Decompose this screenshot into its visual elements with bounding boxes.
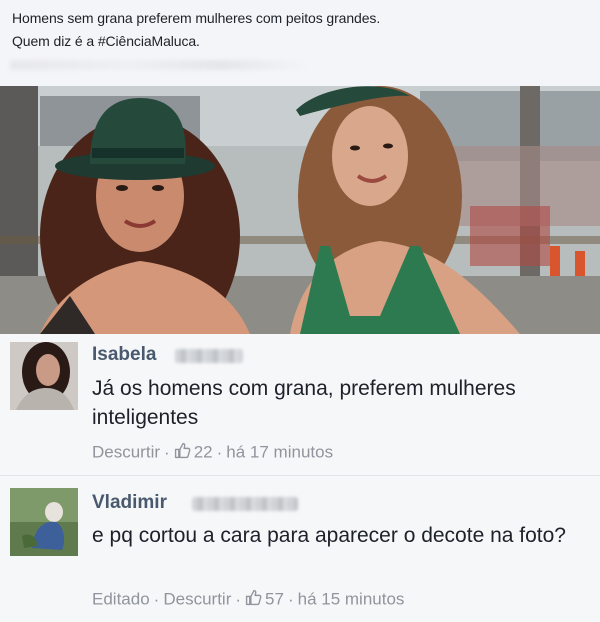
comment: Isabela Já os homens com grana, preferem…: [0, 334, 600, 475]
thumbs-up-icon[interactable]: [245, 589, 262, 606]
separator-dot: ·: [153, 589, 160, 609]
separator-dot: ·: [235, 589, 242, 609]
post-text-line-2[interactable]: Quem diz é a #CiênciaMaluca.: [12, 33, 200, 49]
blurred-strip: [10, 60, 310, 70]
edited-label[interactable]: Editado: [92, 590, 150, 609]
profile-photo-outdoor-icon: [10, 488, 78, 556]
comment-text: Já os homens com grana, preferem mulhere…: [92, 377, 516, 429]
blurred-surname: [192, 497, 298, 511]
post-text-line-1: Homens sem grana preferem mulheres com p…: [12, 10, 381, 26]
avatar[interactable]: [10, 488, 78, 556]
post-photo[interactable]: [0, 86, 600, 334]
comment-actions: Editado · Descurtir · 57 · há 15 minutos: [92, 589, 404, 610]
avatar[interactable]: [10, 342, 78, 410]
separator-dot: ·: [287, 589, 294, 609]
separator-dot: ·: [164, 442, 170, 462]
comment-author[interactable]: Vladimir: [92, 492, 167, 514]
photo-illustration: [0, 86, 600, 334]
like-count[interactable]: 57: [265, 590, 284, 609]
profile-photo-woman-icon: [10, 342, 78, 410]
comment: Vladimir e pq cortou a cara para aparece…: [0, 475, 600, 622]
comment-timestamp[interactable]: há 17 minutos: [226, 443, 333, 462]
separator-dot: ·: [216, 442, 223, 462]
thumbs-up-icon[interactable]: [174, 442, 191, 459]
blurred-surname: [175, 349, 243, 363]
like-count[interactable]: 22: [194, 443, 213, 462]
unlike-link[interactable]: Descurtir: [92, 443, 160, 462]
post-header: Homens sem grana preferem mulheres com p…: [0, 0, 600, 86]
comment-text: e pq cortou a cara para aparecer o decot…: [92, 524, 566, 547]
comment-author[interactable]: Isabela: [92, 344, 156, 366]
comment-actions: Descurtir · 22 · há 17 minutos: [92, 442, 333, 463]
unlike-link[interactable]: Descurtir: [163, 590, 231, 609]
comment-timestamp[interactable]: há 15 minutos: [298, 590, 405, 609]
